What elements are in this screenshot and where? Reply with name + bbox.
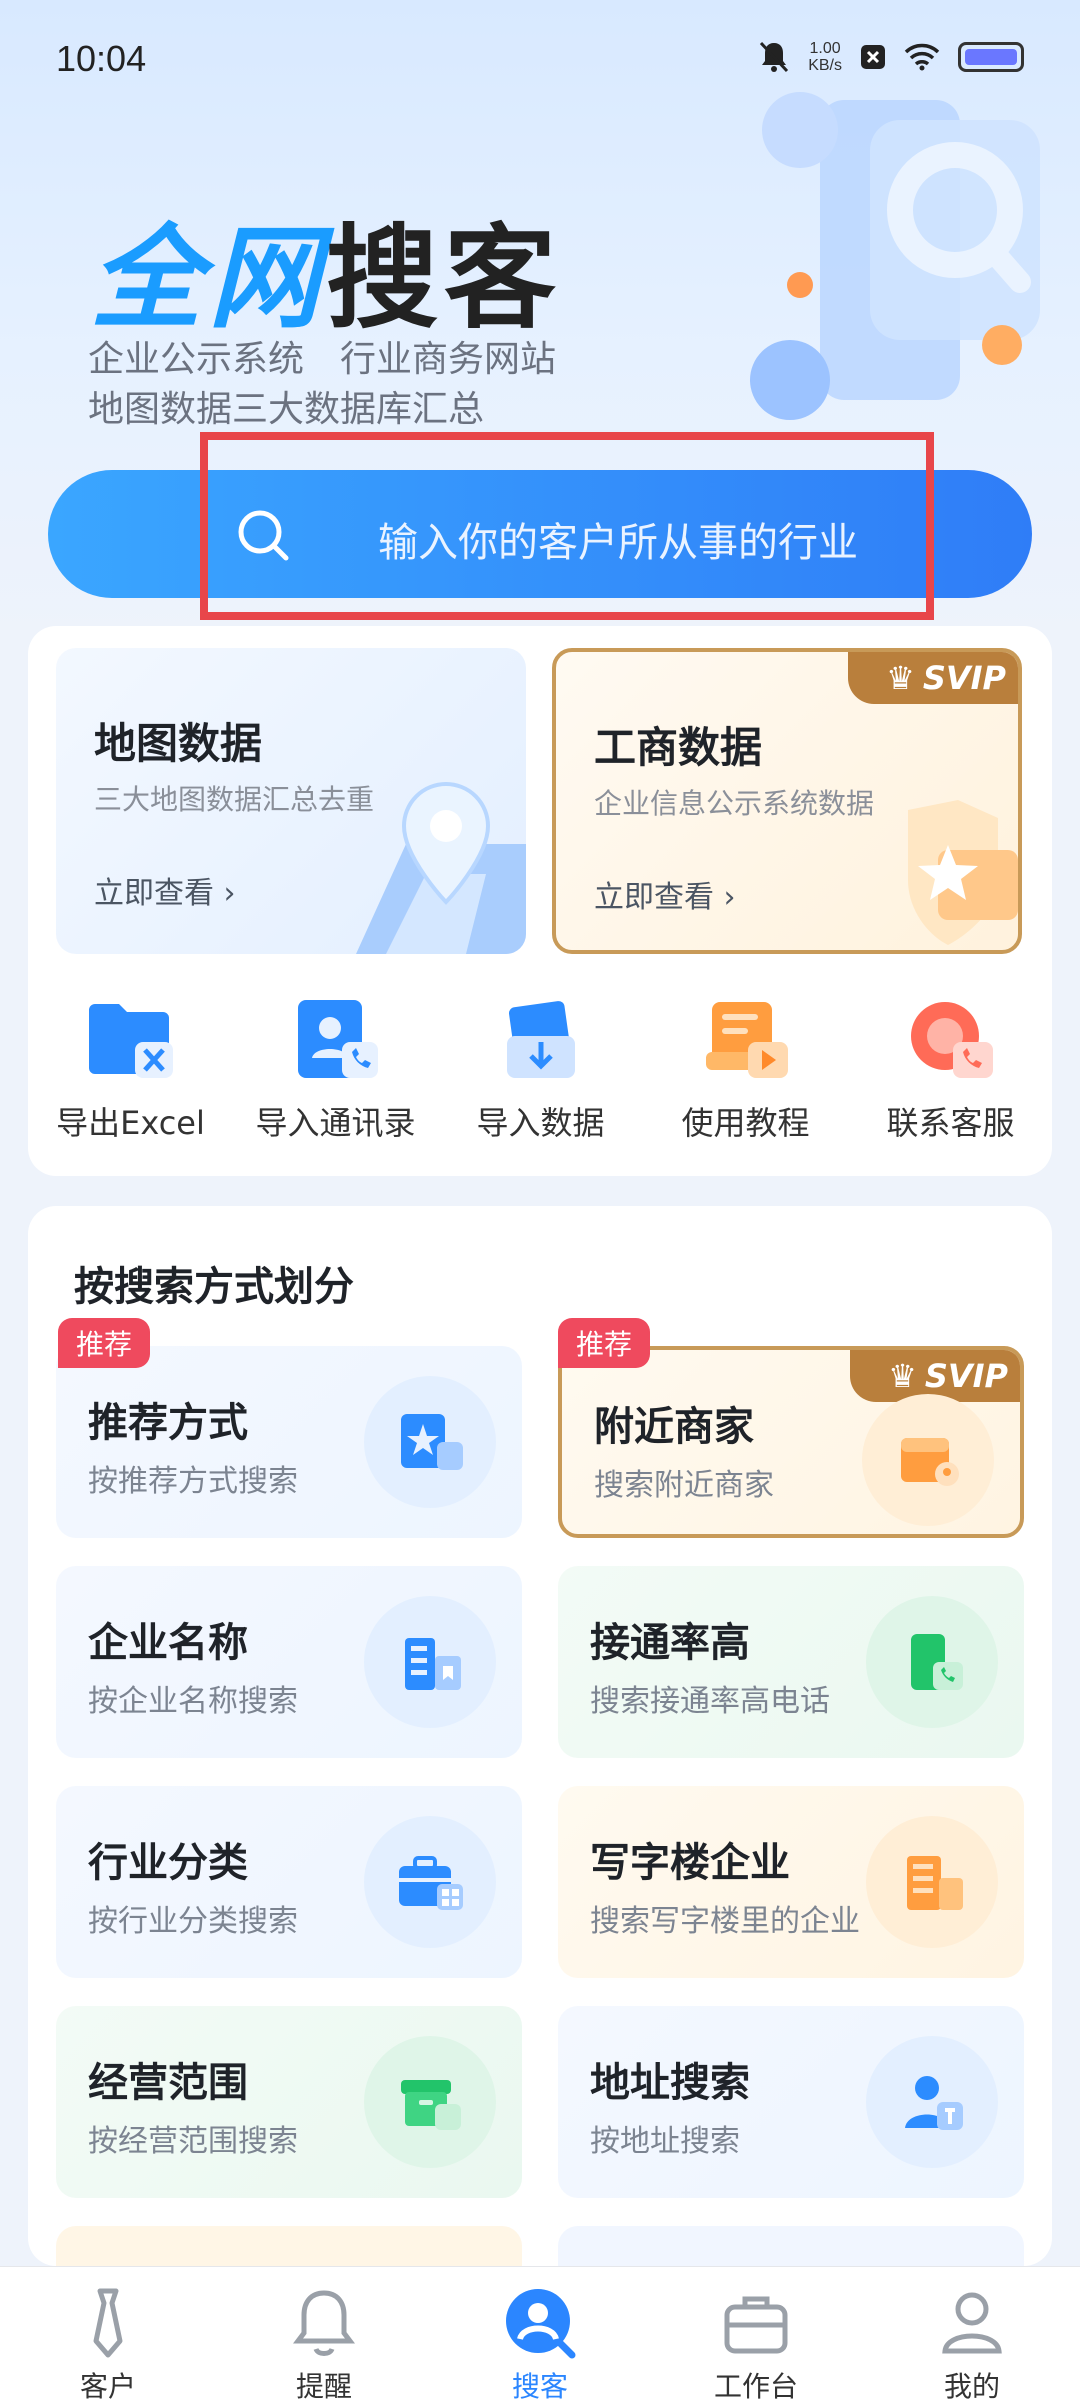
map-data-title: 地图数据 [94, 719, 263, 768]
hero-title-part1: 全网 [90, 214, 326, 344]
tab-customers[interactable]: 客户 [0, 2267, 216, 2408]
option-desc: 按地址搜索 [590, 2124, 740, 2159]
tab-label: 工作台 [713, 2370, 798, 2403]
option-industry-category[interactable]: 行业分类 按行业分类搜索 [56, 1786, 522, 1978]
tool-label: 使用教程 [681, 1104, 810, 1142]
search-methods-title: 按搜索方式划分 [74, 1264, 354, 1310]
option-nearby-merchants[interactable]: ♛ SVIP 附近商家 搜索附近商家 [558, 1346, 1024, 1538]
tool-import-contacts[interactable]: 导入通讯录 [233, 976, 438, 1144]
tool-label: 联系客服 [886, 1104, 1015, 1142]
hero-subtitle-line1: 企业公示系统 行业商务网站 [88, 339, 557, 380]
map-pin-icon [356, 781, 526, 954]
option-title: 行业分类 [88, 1840, 248, 1886]
option-company-name[interactable]: 企业名称 按企业名称搜索 [56, 1566, 522, 1758]
option-office-building[interactable]: 写字楼企业 搜索写字楼里的企业 [558, 1786, 1024, 1978]
recommended-tag: 推荐 [58, 1318, 150, 1368]
crown-icon: ♛ [886, 659, 915, 697]
person-icon [942, 2292, 1002, 2354]
office-building-icon [866, 1816, 998, 1948]
tool-customer-service[interactable]: 联系客服 [848, 976, 1053, 1144]
tab-label: 我的 [943, 2370, 1000, 2403]
tab-workbench[interactable]: 工作台 [648, 2267, 864, 2408]
map-data-link[interactable]: 立即查看 › [94, 868, 236, 912]
business-data-tile[interactable]: ♛ SVIP 工商数据 企业信息公示系统数据 立即查看 › [552, 648, 1022, 954]
status-time: 10:04 [56, 38, 147, 79]
search-highlight-box [200, 432, 934, 620]
option-title: 地址搜索 [590, 2060, 750, 2106]
svip-badge-label: SVIP [922, 659, 1006, 697]
option-desc: 搜索接通率高电话 [590, 1684, 830, 1719]
business-data-desc: 企业信息公示系统数据 [594, 787, 875, 820]
bottom-tab-bar: 客户 提醒 搜客 工作台 我的 [0, 2266, 1080, 2408]
phone-call-icon [866, 1596, 998, 1728]
hero-subtitle-line2: 地图数据三大数据库汇总 [88, 389, 485, 430]
option-title: 推荐方式 [88, 1400, 248, 1446]
tab-label: 搜客 [511, 2370, 568, 2403]
tab-reminders[interactable]: 提醒 [216, 2267, 432, 2408]
map-data-tile[interactable]: 地图数据 三大地图数据汇总去重 立即查看 › [56, 648, 526, 954]
option-title: 经营范围 [88, 2060, 248, 2106]
svip-badge-label: SVIP [924, 1357, 1008, 1395]
export-excel-icon [88, 1004, 173, 1078]
building-icon [364, 1596, 496, 1728]
search-customer-icon [506, 2289, 576, 2359]
store-location-icon [862, 1394, 994, 1526]
crown-icon: ♛ [888, 1357, 917, 1395]
search-methods-card: 按搜索方式划分 推荐方式 按推荐方式搜索 推荐 ♛ SVIP 附近商家 搜索附近商… [28, 1206, 1052, 2266]
option-address-search[interactable]: 地址搜索 按地址搜索 [558, 2006, 1024, 2198]
option-business-scope[interactable]: 经营范围 按经营范围搜索 [56, 2006, 522, 2198]
hero-title-part2: 搜客 [326, 214, 562, 344]
network-speed-value: 1.00 [809, 40, 841, 57]
option-high-connect-rate[interactable]: 接通率高 搜索接通率高电话 [558, 1566, 1024, 1758]
tab-label: 客户 [79, 2370, 136, 2403]
option-title: 附近商家 [594, 1404, 754, 1450]
tool-shortcuts: 导出Excel 导入通讯录 导入数据 使用教程 联系客服 [28, 976, 1052, 1156]
svip-badge: ♛ SVIP [848, 652, 1018, 704]
option-desc: 按推荐方式搜索 [88, 1464, 298, 1499]
tool-export-excel[interactable]: 导出Excel [28, 976, 233, 1144]
hero-magnifier-illustration [750, 92, 1040, 420]
recommended-tag: 推荐 [558, 1318, 650, 1368]
tab-label: 提醒 [295, 2370, 352, 2403]
tool-tutorial[interactable]: 使用教程 [643, 976, 848, 1144]
briefcase-icon [724, 2296, 788, 2354]
briefcase-icon [364, 1816, 496, 1948]
bell-icon [293, 2290, 355, 2356]
option-title: 接通率高 [590, 1620, 750, 1666]
option-desc: 搜索附近商家 [594, 1468, 774, 1503]
tie-icon [93, 2288, 123, 2358]
tool-label: 导入通讯录 [255, 1104, 416, 1142]
box-icon [364, 2036, 496, 2168]
tutorial-icon [705, 1002, 788, 1078]
business-data-link[interactable]: 立即查看 › [594, 872, 736, 916]
recommend-star-icon [364, 1376, 496, 1508]
hero-title: 全网搜客 [90, 188, 562, 350]
tool-label: 导入数据 [476, 1104, 605, 1142]
customer-service-icon [910, 1002, 993, 1078]
data-source-card: 地图数据 三大地图数据汇总去重 立即查看 › ♛ SVIP 工商数据 企业信息公示… [28, 626, 1052, 1176]
option-partial-left [56, 2226, 522, 2266]
tab-search-customers[interactable]: 搜客 [432, 2267, 648, 2408]
option-partial-right [558, 2226, 1024, 2266]
option-desc: 搜索写字楼里的企业 [590, 1904, 860, 1939]
business-data-title: 工商数据 [594, 723, 763, 772]
tool-import-data[interactable]: 导入数据 [438, 976, 643, 1144]
import-contacts-icon [297, 1000, 378, 1078]
tool-label: 导出Excel [56, 1104, 205, 1142]
option-desc: 按行业分类搜索 [88, 1904, 298, 1939]
option-title: 写字楼企业 [590, 1840, 790, 1886]
option-title: 企业名称 [88, 1620, 248, 1666]
option-recommended[interactable]: 推荐方式 按推荐方式搜索 [56, 1346, 522, 1538]
option-desc: 按经营范围搜索 [88, 2124, 298, 2159]
option-desc: 按企业名称搜索 [88, 1684, 298, 1719]
location-person-icon [866, 2036, 998, 2168]
shield-star-icon [908, 800, 1018, 945]
tab-profile[interactable]: 我的 [864, 2267, 1080, 2408]
import-data-icon [506, 1001, 575, 1078]
